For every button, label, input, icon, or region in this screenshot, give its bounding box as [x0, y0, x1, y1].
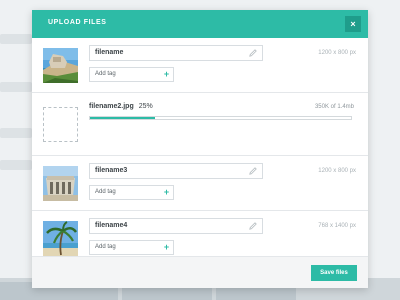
filename-value: filename4: [95, 222, 128, 229]
add-tag-input[interactable]: Add tag +: [89, 67, 174, 82]
filename-value: filename3: [95, 167, 128, 174]
background-item: [0, 128, 32, 138]
image-dimensions: 768 x 1400 px: [318, 223, 356, 229]
background-item: [0, 82, 32, 92]
file-row-uploading: filename2.jpg 25% 350K of 1.4mb: [32, 93, 368, 156]
upload-progress-fill: [90, 117, 156, 119]
file-row: filename Add tag + 1200 x 800 px: [32, 38, 368, 93]
thumbnail-beach-ruins: [43, 48, 78, 83]
filename-value: filename: [95, 49, 124, 56]
filename-input[interactable]: filename: [89, 45, 263, 61]
upload-progress-bar: [89, 116, 352, 120]
add-tag-plus-icon[interactable]: +: [160, 241, 173, 254]
add-tag-plus-icon[interactable]: +: [160, 68, 173, 81]
add-tag-placeholder: Add tag: [95, 71, 116, 77]
modal-footer: Save files: [32, 256, 368, 288]
filename-input[interactable]: filename4: [89, 218, 263, 234]
uploading-filename: filename2.jpg 25%: [89, 103, 153, 110]
upload-percent: 25%: [138, 103, 153, 110]
pencil-icon[interactable]: [249, 167, 257, 175]
modal-header: UPLOAD FILES ×: [32, 10, 368, 38]
close-button[interactable]: ×: [345, 16, 361, 32]
filename-input[interactable]: filename3: [89, 163, 263, 179]
pencil-icon[interactable]: [249, 49, 257, 57]
add-tag-placeholder: Add tag: [95, 244, 116, 250]
file-row: filename3 Add tag + 1200 x 800 px: [32, 156, 368, 211]
image-dimensions: 1200 x 800 px: [318, 50, 356, 56]
pencil-icon[interactable]: [249, 222, 257, 230]
thumbnail-palm-tree: [43, 221, 78, 256]
add-tag-placeholder: Add tag: [95, 189, 116, 195]
upload-size-status: 350K of 1.4mb: [314, 104, 354, 110]
thumbnail-temple: [43, 166, 78, 201]
add-tag-input[interactable]: Add tag +: [89, 185, 174, 200]
background-item: [0, 34, 32, 44]
uploading-filename-text: filename2.jpg: [89, 103, 134, 110]
thumbnail-placeholder: [43, 107, 78, 142]
background-item: [0, 160, 32, 170]
modal-title: UPLOAD FILES: [48, 19, 107, 26]
save-files-button[interactable]: Save files: [311, 265, 357, 281]
upload-files-modal: UPLOAD FILES × filename Add tag + 1200 x…: [32, 10, 368, 288]
image-dimensions: 1200 x 800 px: [318, 168, 356, 174]
add-tag-plus-icon[interactable]: +: [160, 186, 173, 199]
add-tag-input[interactable]: Add tag +: [89, 240, 174, 255]
